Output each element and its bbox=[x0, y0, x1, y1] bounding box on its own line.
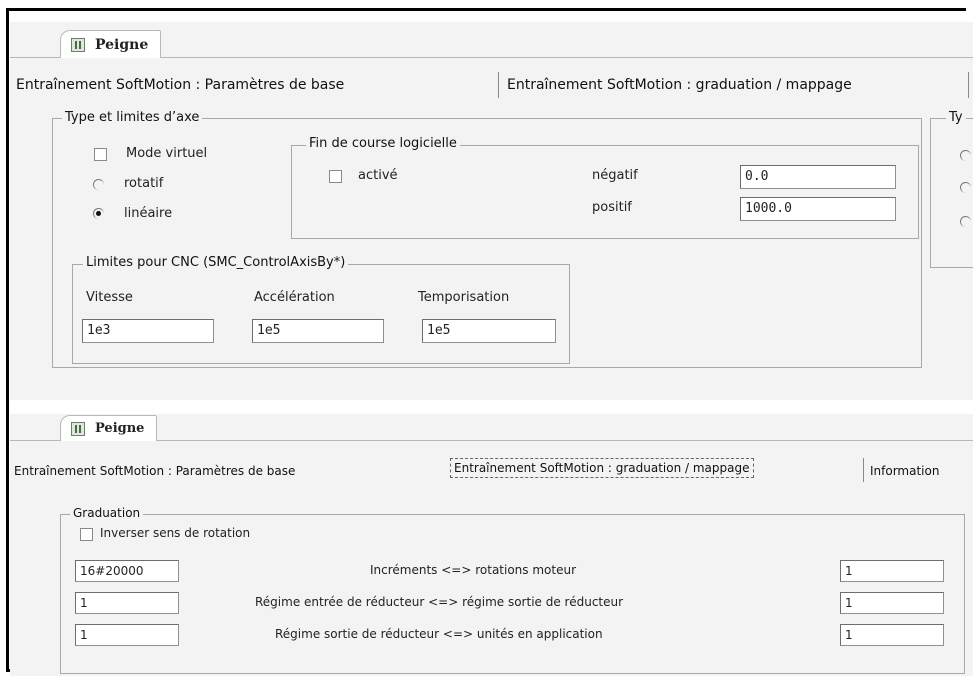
application-units-field[interactable]: 1 bbox=[840, 624, 944, 646]
software-limits-group bbox=[291, 145, 919, 239]
invert-rotation-checkbox[interactable] bbox=[80, 528, 93, 541]
tab-scaling-mapping[interactable]: Entraînement SoftMotion : graduation / m… bbox=[450, 458, 754, 478]
tab-separator bbox=[968, 72, 969, 98]
virtual-mode-checkbox[interactable] bbox=[94, 148, 107, 161]
doc-tab-peigne[interactable]: Peigne bbox=[60, 415, 158, 441]
right-partial-group-title: Ty bbox=[946, 110, 966, 125]
tab-scaling-mapping[interactable]: Entraînement SoftMotion : graduation / m… bbox=[507, 77, 852, 93]
velocity-label: Vitesse bbox=[86, 290, 133, 305]
bottom-panel: Peigne Entraînement SoftMotion : Paramèt… bbox=[10, 414, 973, 676]
tab-separator bbox=[498, 72, 499, 98]
negative-label: négatif bbox=[592, 168, 638, 183]
rotary-radio[interactable] bbox=[93, 179, 104, 190]
velocity-field[interactable]: 1e3 bbox=[82, 319, 214, 343]
gear-input-field[interactable]: 1 bbox=[75, 592, 179, 614]
positive-limit-field[interactable]: 1000.0 bbox=[740, 197, 896, 221]
graduation-group-title: Graduation bbox=[70, 506, 144, 520]
delay-field[interactable]: 1e5 bbox=[422, 319, 556, 343]
software-limits-group-title: Fin de course logicielle bbox=[306, 136, 460, 151]
limits-enabled-label: activé bbox=[358, 168, 398, 183]
tab-separator bbox=[863, 458, 864, 482]
limits-enabled-checkbox[interactable] bbox=[329, 170, 342, 183]
top-panel: Peigne Entraînement SoftMotion : Paramèt… bbox=[10, 22, 973, 400]
motor-rotations-field[interactable]: 1 bbox=[840, 560, 944, 582]
gear-output-field[interactable]: 1 bbox=[840, 592, 944, 614]
tab-basic-parameters[interactable]: Entraînement SoftMotion : Paramètres de … bbox=[14, 464, 295, 478]
cnc-limits-group-title: Limites pour CNC (SMC_ControlAxisBy*) bbox=[83, 255, 349, 270]
cnc-limits-group bbox=[72, 264, 570, 364]
axis-type-group-title: Type et limites d’axe bbox=[62, 110, 203, 125]
linear-radio[interactable] bbox=[93, 208, 104, 219]
right-partial-group bbox=[930, 118, 973, 268]
increments-label: Incréments <=> rotations moteur bbox=[370, 563, 577, 577]
gear-ratio-label: Régime entrée de réducteur <=> régime so… bbox=[255, 595, 624, 609]
right-partial-radio-2[interactable] bbox=[960, 182, 971, 193]
acceleration-field[interactable]: 1e5 bbox=[252, 319, 384, 343]
doc-tab-label: Peigne bbox=[95, 421, 145, 436]
tab-information[interactable]: Information bbox=[870, 464, 939, 478]
tab-basic-parameters[interactable]: Entraînement SoftMotion : Paramètres de … bbox=[16, 77, 344, 93]
device-icon bbox=[71, 421, 85, 436]
positive-label: positif bbox=[592, 200, 632, 215]
rotary-label: rotatif bbox=[124, 176, 164, 191]
doc-tab-peigne[interactable]: Peigne bbox=[60, 30, 162, 58]
increments-field[interactable]: 16#20000 bbox=[75, 560, 179, 582]
acceleration-label: Accélération bbox=[254, 290, 335, 305]
gear-output-speed-field[interactable]: 1 bbox=[75, 624, 179, 646]
invert-rotation-label: Inverser sens de rotation bbox=[100, 526, 251, 540]
linear-label: linéaire bbox=[124, 206, 173, 221]
application-units-label: Régime sortie de réducteur <=> unités en… bbox=[275, 627, 603, 641]
device-icon bbox=[71, 37, 85, 52]
right-partial-radio-3[interactable] bbox=[960, 216, 971, 227]
negative-limit-field[interactable]: 0.0 bbox=[740, 165, 896, 189]
right-partial-radio-1[interactable] bbox=[960, 150, 971, 161]
virtual-mode-label: Mode virtuel bbox=[126, 146, 208, 161]
doc-tab-label: Peigne bbox=[95, 36, 149, 53]
delay-label: Temporisation bbox=[418, 290, 510, 305]
